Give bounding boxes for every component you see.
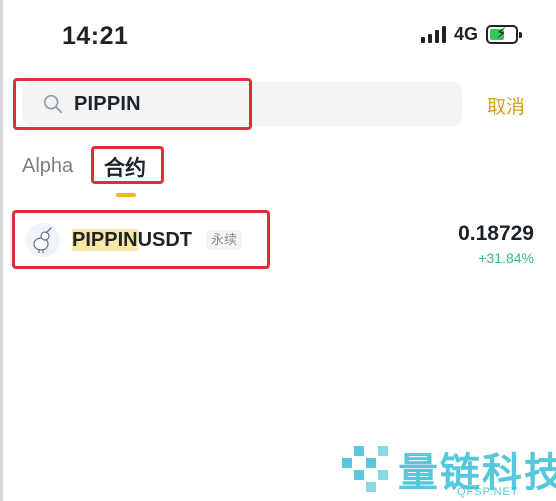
watermark-logo-icon [342, 446, 388, 492]
battery-icon: ⚡ [486, 25, 522, 44]
annotation-contract-tab [91, 146, 164, 184]
last-price: 0.18729 [458, 222, 534, 245]
annotation-result-row [12, 210, 270, 269]
active-tab-indicator [116, 193, 136, 197]
network-type: 4G [453, 24, 478, 44]
watermark-url: QFSP.NET [457, 486, 519, 498]
status-time: 14:21 [62, 22, 129, 50]
signal-icon [420, 26, 446, 43]
status-icons: 4G ⚡ [420, 24, 522, 45]
cancel-button[interactable]: 取消 [487, 92, 525, 119]
tab-alpha[interactable]: Alpha [22, 155, 73, 178]
price-change: +31.84% [478, 250, 534, 266]
annotation-search-box [13, 78, 252, 130]
